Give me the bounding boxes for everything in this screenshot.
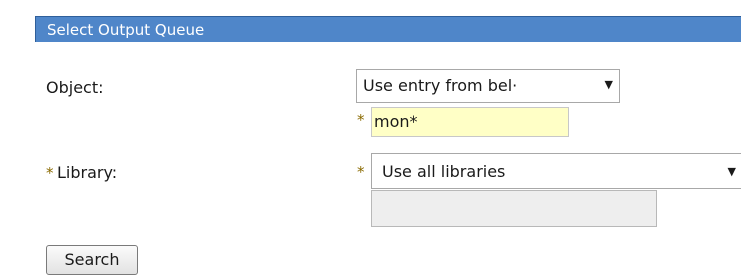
library-field-required-marker: * (357, 163, 365, 181)
library-required-marker: * (46, 164, 54, 182)
search-button-label: Search (64, 250, 120, 269)
search-button[interactable]: Search (46, 245, 138, 275)
object-name-input-value: mon* (374, 112, 418, 131)
library-name-input[interactable] (371, 190, 657, 227)
object-select-value: Use entry from bel· (363, 76, 518, 95)
panel-header: Select Output Queue (35, 16, 741, 42)
object-select[interactable]: Use entry from bel· ▼ (356, 69, 620, 103)
object-label: Object: (46, 78, 104, 97)
chevron-down-icon: ▼ (604, 78, 613, 91)
library-select-value: Use all libraries (382, 162, 506, 181)
object-name-input[interactable]: mon* (371, 107, 569, 137)
panel-title: Select Output Queue (47, 21, 205, 39)
chevron-down-icon: ▼ (727, 165, 736, 178)
library-label: Library: (57, 163, 118, 182)
library-select[interactable]: Use all libraries ▼ (371, 153, 741, 189)
object-required-marker: * (357, 111, 365, 129)
